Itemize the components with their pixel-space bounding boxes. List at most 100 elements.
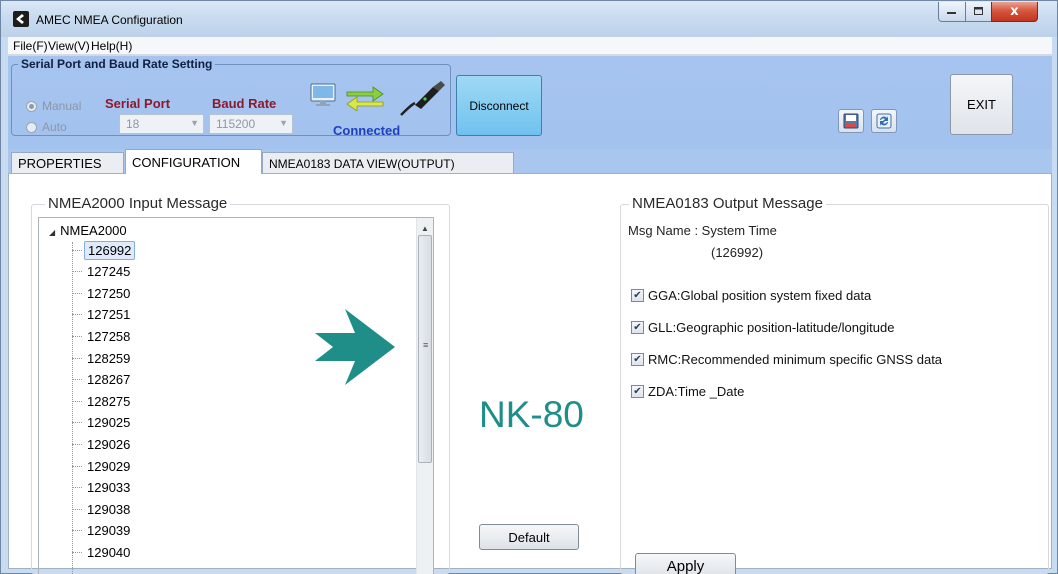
sentence-checkbox[interactable]: ✔ GLL:Geographic position-latitude/longit… bbox=[631, 319, 894, 335]
grip-icon: ≡ bbox=[423, 340, 429, 350]
tree-item-label: 129033 bbox=[87, 480, 131, 496]
tree-item-pgn[interactable]: 129025 bbox=[72, 413, 133, 433]
checkmark-icon[interactable]: ✔ bbox=[631, 352, 644, 366]
menu-file[interactable]: File(F) bbox=[13, 39, 48, 53]
window-title: AMEC NMEA Configuration bbox=[36, 13, 183, 27]
radio-manual-label: Manual bbox=[42, 99, 82, 113]
tree-item-label: 129025 bbox=[87, 415, 131, 431]
tree-item-label: 127250 bbox=[87, 285, 131, 301]
scroll-up-arrow-icon[interactable]: ▲ bbox=[421, 224, 429, 233]
close-button[interactable]: x bbox=[991, 2, 1038, 22]
checkmark-icon[interactable]: ✔ bbox=[631, 288, 644, 302]
apply-button[interactable]: Apply bbox=[635, 553, 736, 574]
radio-dot-icon bbox=[26, 121, 37, 133]
tree-connector bbox=[72, 465, 82, 467]
maximize-button[interactable] bbox=[965, 2, 992, 22]
sentence-label: GGA:Global position system fixed data bbox=[648, 287, 872, 303]
input-group-title: NMEA2000 Input Message bbox=[45, 195, 231, 212]
tree-item-label: 129040 bbox=[87, 544, 131, 560]
tree-scrollbar[interactable]: ▲ ≡ bbox=[416, 218, 433, 574]
tree-item-pgn[interactable]: 129039 bbox=[72, 521, 133, 541]
nmea2000-input-group: NMEA2000 Input Message ◢ NMEA2000 126992 1… bbox=[31, 195, 450, 574]
tree-connector bbox=[72, 422, 82, 424]
tree-item-label: 128275 bbox=[87, 393, 131, 409]
save-config-button[interactable] bbox=[838, 109, 864, 133]
tree-connector bbox=[72, 379, 82, 381]
tree-item-label: 127258 bbox=[87, 328, 131, 344]
tree-item-label: 129038 bbox=[87, 501, 131, 517]
title-bar[interactable]: AMEC NMEA Configuration x bbox=[1, 1, 1057, 37]
scroll-thumb[interactable]: ≡ bbox=[418, 235, 432, 463]
default-button[interactable]: Default bbox=[479, 524, 579, 550]
sentence-checkbox[interactable]: ✔ ZDA:Time _Date bbox=[631, 383, 744, 399]
app-window: AMEC NMEA Configuration x File(F) View(V… bbox=[0, 0, 1058, 574]
radio-manual[interactable]: Manual bbox=[26, 99, 81, 113]
tab-properties[interactable]: PROPERTIES bbox=[11, 152, 124, 173]
tree-item-pgn[interactable]: 129026 bbox=[72, 434, 133, 454]
exit-button[interactable]: EXIT bbox=[950, 74, 1013, 135]
refresh-button[interactable] bbox=[871, 109, 897, 133]
tree-item-pgn[interactable]: 128259 bbox=[72, 348, 133, 368]
menu-bar: File(F) View(V) Help(H) bbox=[8, 37, 1052, 55]
tree-item-pgn[interactable]: 127251 bbox=[72, 305, 133, 325]
tree-item-label: 129039 bbox=[87, 523, 131, 539]
tree-item-pgn[interactable]: 126992 bbox=[72, 240, 136, 260]
tree-connector bbox=[72, 551, 82, 553]
disconnect-button[interactable]: Disconnect bbox=[456, 75, 542, 136]
tab-nmea0183-data-view[interactable]: NMEA0183 DATA VIEW(OUTPUT) bbox=[262, 152, 514, 173]
tab-bar: PROPERTIES CONFIGURATION NMEA0183 DATA V… bbox=[8, 149, 1052, 174]
tree-item-pgn[interactable]: 127258 bbox=[72, 326, 133, 346]
tree-item-label: 126992 bbox=[84, 240, 136, 260]
menu-help[interactable]: Help(H) bbox=[91, 39, 132, 53]
tree-connector bbox=[72, 443, 82, 445]
serial-group-title: Serial Port and Baud Rate Setting bbox=[18, 57, 216, 71]
tree-item-label: 129029 bbox=[87, 458, 131, 474]
checkmark-icon[interactable]: ✔ bbox=[631, 320, 644, 334]
device-label: NK-80 bbox=[479, 394, 584, 435]
tab-configuration[interactable]: CONFIGURATION bbox=[125, 149, 262, 174]
sentence-label: ZDA:Time _Date bbox=[648, 383, 745, 399]
pgn-tree[interactable]: ◢ NMEA2000 126992 127245 127250 127251 127258… bbox=[38, 217, 434, 574]
tree-item-pgn[interactable]: 129040 bbox=[72, 542, 133, 562]
maximize-icon bbox=[973, 7, 983, 15]
tree-item-pgn[interactable]: 128275 bbox=[72, 391, 133, 411]
tree-item-label: 128267 bbox=[87, 372, 131, 388]
serial-port-label: Serial Port bbox=[105, 96, 171, 111]
amec-logo-icon bbox=[13, 11, 29, 27]
serial-port-select[interactable]: 18 ▼ bbox=[119, 114, 204, 134]
minimize-button[interactable] bbox=[938, 2, 966, 22]
sentence-checkbox[interactable]: ✔ RMC:Recommended minimum specific GNSS d… bbox=[631, 351, 942, 367]
sentence-checkbox[interactable]: ✔ GGA:Global position system fixed data bbox=[631, 287, 871, 303]
tree-root-node[interactable]: ◢ NMEA2000 bbox=[49, 223, 127, 238]
connection-panel: Serial Port and Baud Rate Setting Manual… bbox=[8, 56, 1052, 149]
usb-cable-icon bbox=[400, 81, 445, 116]
sentence-label: RMC:Recommended minimum specific GNSS da… bbox=[648, 351, 943, 367]
conversion-arrow-icon bbox=[315, 309, 395, 385]
tree-connector bbox=[72, 357, 82, 359]
baud-rate-select[interactable]: 115200 ▼ bbox=[209, 114, 293, 134]
tree-connector bbox=[72, 508, 82, 510]
chevron-down-icon: ▼ bbox=[279, 118, 288, 128]
serial-settings-group: Serial Port and Baud Rate Setting Manual… bbox=[11, 57, 451, 138]
checkmark-icon[interactable]: ✔ bbox=[631, 384, 644, 398]
radio-auto-label: Auto bbox=[42, 120, 67, 134]
tree-item-pgn[interactable]: 129029 bbox=[72, 456, 133, 476]
serial-port-value: 18 bbox=[126, 117, 140, 131]
menu-view[interactable]: View(V) bbox=[48, 39, 90, 53]
tree-item-pgn[interactable]: 128267 bbox=[72, 370, 133, 390]
tree-connector bbox=[72, 400, 82, 402]
tree-item-pgn[interactable]: 129033 bbox=[72, 478, 133, 498]
tree-item-pgn[interactable]: 129038 bbox=[72, 499, 133, 519]
tree-connector bbox=[72, 487, 82, 489]
tree-connector bbox=[72, 314, 82, 316]
minimize-icon bbox=[947, 11, 956, 14]
refresh-icon bbox=[876, 113, 892, 129]
chevron-down-icon: ▼ bbox=[190, 118, 199, 128]
tree-item-pgn[interactable]: 127245 bbox=[72, 262, 133, 282]
collapse-triangle-icon[interactable]: ◢ bbox=[49, 228, 55, 237]
tree-connector bbox=[72, 530, 82, 532]
tree-root-label: NMEA2000 bbox=[60, 223, 127, 238]
radio-auto[interactable]: Auto bbox=[26, 120, 67, 134]
tree-item-pgn[interactable]: 127250 bbox=[72, 283, 133, 303]
transfer-arrows-icon bbox=[346, 86, 384, 111]
